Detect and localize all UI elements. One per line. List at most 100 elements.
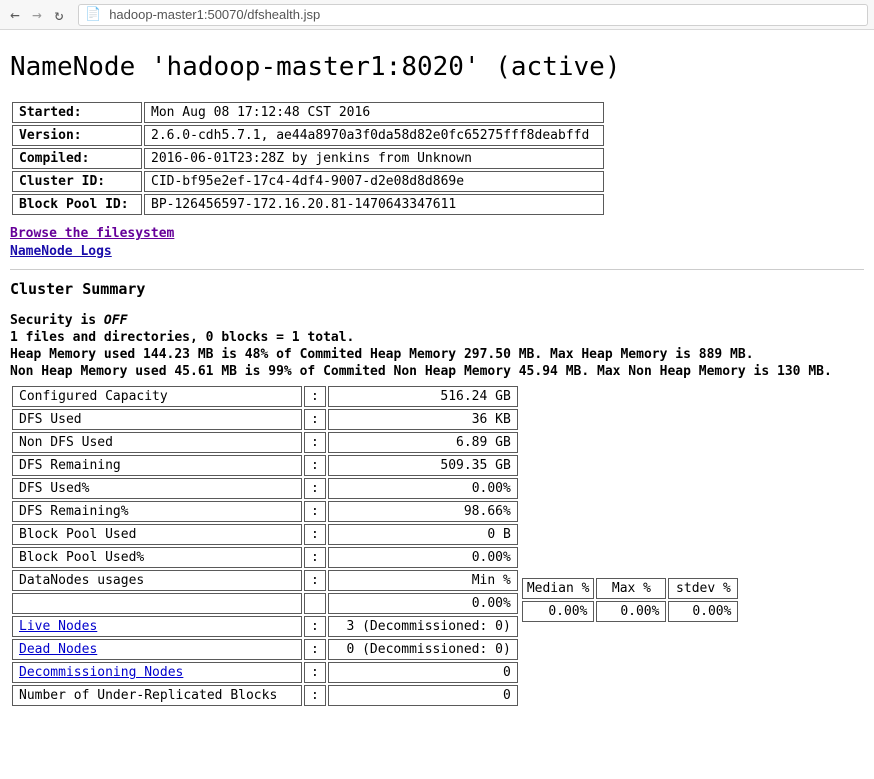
back-icon[interactable]: ← xyxy=(6,5,24,24)
cell-label: Dead Nodes xyxy=(12,639,302,660)
cell-colon xyxy=(304,593,326,614)
heap-line: Heap Memory used 144.23 MB is 48% of Com… xyxy=(10,347,754,362)
cell-colon: : xyxy=(304,478,326,499)
top-links: Browse the filesystem NameNode Logs xyxy=(10,225,864,261)
cell-colon: : xyxy=(304,616,326,637)
meta-key: Cluster ID: xyxy=(12,171,142,192)
summary-blurb: Security is OFF 1 files and directories,… xyxy=(10,312,864,380)
cell-value: 3 (Decommissioned: 0) xyxy=(328,616,518,637)
usage-header-row: Median % Max % stdev % xyxy=(522,578,739,599)
cell-label: DFS Remaining% xyxy=(12,501,302,522)
row-block-pool-used-pct: Block Pool Used%:0.00% xyxy=(12,547,518,568)
row-dfs-used-pct: DFS Used%:0.00% xyxy=(12,478,518,499)
cell-colon: : xyxy=(304,409,326,430)
security-label: Security is xyxy=(10,313,104,328)
usage-values-row: 0.00% 0.00% 0.00% xyxy=(522,601,739,622)
summary-table: Configured Capacity:516.24 GB DFS Used:3… xyxy=(10,384,520,708)
meta-val: Mon Aug 08 17:12:48 CST 2016 xyxy=(144,102,604,123)
cell-value: 0.00% xyxy=(328,547,518,568)
cell-colon: : xyxy=(304,524,326,545)
row-dead-nodes: Dead Nodes:0 (Decommissioned: 0) xyxy=(12,639,518,660)
cell-value: 509.35 GB xyxy=(328,455,518,476)
meta-row-block-pool-id: Block Pool ID: BP-126456597-172.16.20.81… xyxy=(12,194,604,215)
meta-key: Block Pool ID: xyxy=(12,194,142,215)
row-non-dfs-used: Non DFS Used:6.89 GB xyxy=(12,432,518,453)
cell-value: 0 xyxy=(328,685,518,706)
cell-label: Decommissioning Nodes xyxy=(12,662,302,683)
meta-table: Started: Mon Aug 08 17:12:48 CST 2016 Ve… xyxy=(10,100,606,217)
cell-label: DFS Used xyxy=(12,409,302,430)
row-usage-values: 0.00% xyxy=(12,593,518,614)
cell-label: DFS Used% xyxy=(12,478,302,499)
cell-colon: : xyxy=(304,547,326,568)
row-under-replicated: Number of Under-Replicated Blocks:0 xyxy=(12,685,518,706)
usage-min: 0.00% xyxy=(328,593,518,614)
cell-colon: : xyxy=(304,685,326,706)
row-configured-capacity: Configured Capacity:516.24 GB xyxy=(12,386,518,407)
security-state: OFF xyxy=(104,313,127,328)
meta-key: Version: xyxy=(12,125,142,146)
cell-value: 0 B xyxy=(328,524,518,545)
cell-value: 98.66% xyxy=(328,501,518,522)
cell-colon: : xyxy=(304,570,326,591)
reload-icon[interactable]: ↻ xyxy=(50,6,68,24)
nonheap-line: Non Heap Memory used 45.61 MB is 99% of … xyxy=(10,364,832,379)
meta-row-compiled: Compiled: 2016-06-01T23:28Z by jenkins f… xyxy=(12,148,604,169)
meta-key: Started: xyxy=(12,102,142,123)
cell-value: 0 xyxy=(328,662,518,683)
cell-label xyxy=(12,593,302,614)
cell-label: Block Pool Used% xyxy=(12,547,302,568)
forward-icon: → xyxy=(28,5,46,24)
meta-val: 2.6.0-cdh5.7.1, ae44a8970a3f0da58d82e0fc… xyxy=(144,125,604,146)
meta-key: Compiled: xyxy=(12,148,142,169)
meta-row-started: Started: Mon Aug 08 17:12:48 CST 2016 xyxy=(12,102,604,123)
usage-max: 0.00% xyxy=(596,601,666,622)
cell-label: DFS Remaining xyxy=(12,455,302,476)
row-decommissioning: Decommissioning Nodes:0 xyxy=(12,662,518,683)
address-bar[interactable]: 📄 xyxy=(78,4,868,26)
usage-stdev: 0.00% xyxy=(668,601,738,622)
cell-value: Min % xyxy=(328,570,518,591)
cell-label: Live Nodes xyxy=(12,616,302,637)
row-dfs-used: DFS Used:36 KB xyxy=(12,409,518,430)
cell-label: DataNodes usages xyxy=(12,570,302,591)
meta-row-cluster-id: Cluster ID: CID-bf95e2ef-17c4-4df4-9007-… xyxy=(12,171,604,192)
decommissioning-nodes-link[interactable]: Decommissioning Nodes xyxy=(19,665,183,680)
cell-label: Block Pool Used xyxy=(12,524,302,545)
cell-colon: : xyxy=(304,639,326,660)
usage-header-median: Median % xyxy=(522,578,595,599)
cell-colon: : xyxy=(304,432,326,453)
row-dfs-remaining-pct: DFS Remaining%:98.66% xyxy=(12,501,518,522)
cell-label: Configured Capacity xyxy=(12,386,302,407)
cell-colon: : xyxy=(304,662,326,683)
page-icon: 📄 xyxy=(85,7,101,22)
usage-median: 0.00% xyxy=(522,601,595,622)
meta-val: CID-bf95e2ef-17c4-4df4-9007-d2e08d8d869e xyxy=(144,171,604,192)
cell-colon: : xyxy=(304,386,326,407)
live-nodes-link[interactable]: Live Nodes xyxy=(19,619,97,634)
page-title: NameNode 'hadoop-master1:8020' (active) xyxy=(10,52,864,82)
cluster-summary-heading: Cluster Summary xyxy=(10,280,864,298)
usage-stats-table: Median % Max % stdev % 0.00% 0.00% 0.00% xyxy=(520,576,741,624)
cell-value: 0 (Decommissioned: 0) xyxy=(328,639,518,660)
usage-header-max: Max % xyxy=(596,578,666,599)
row-dfs-remaining: DFS Remaining:509.35 GB xyxy=(12,455,518,476)
meta-row-version: Version: 2.6.0-cdh5.7.1, ae44a8970a3f0da… xyxy=(12,125,604,146)
browser-toolbar: ← → ↻ 📄 xyxy=(0,0,874,30)
usage-header-stdev: stdev % xyxy=(668,578,738,599)
namenode-logs-link[interactable]: NameNode Logs xyxy=(10,244,112,259)
cell-label: Number of Under-Replicated Blocks xyxy=(12,685,302,706)
row-block-pool-used: Block Pool Used:0 B xyxy=(12,524,518,545)
cell-colon: : xyxy=(304,501,326,522)
meta-val: BP-126456597-172.16.20.81-1470643347611 xyxy=(144,194,604,215)
cell-value: 6.89 GB xyxy=(328,432,518,453)
cell-value: 0.00% xyxy=(328,478,518,499)
row-live-nodes: Live Nodes:3 (Decommissioned: 0) xyxy=(12,616,518,637)
cell-colon: : xyxy=(304,455,326,476)
dead-nodes-link[interactable]: Dead Nodes xyxy=(19,642,97,657)
files-line: 1 files and directories, 0 blocks = 1 to… xyxy=(10,330,354,345)
browse-filesystem-link[interactable]: Browse the filesystem xyxy=(10,226,174,241)
divider xyxy=(10,269,864,270)
row-datanodes-usages: DataNodes usages:Min % xyxy=(12,570,518,591)
url-input[interactable] xyxy=(107,6,861,23)
